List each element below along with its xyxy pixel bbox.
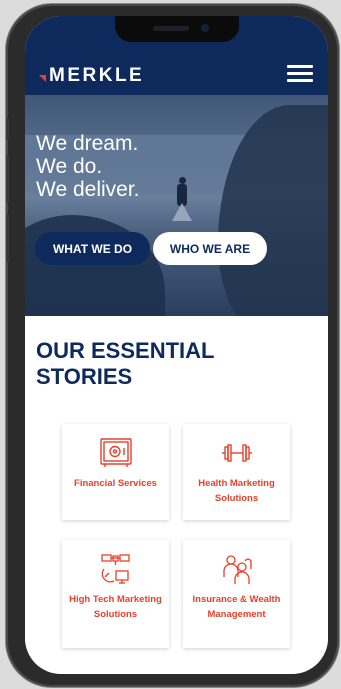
dumbbell-icon: [220, 436, 254, 470]
phone-side-button: [6, 214, 9, 262]
hamburger-menu-icon[interactable]: [287, 65, 313, 83]
hero-overlay: [25, 95, 328, 316]
phone-side-button: [6, 155, 9, 203]
story-card-label: High Tech Marketing Solutions: [69, 594, 162, 620]
what-we-do-button[interactable]: WHAT WE DO: [35, 232, 150, 265]
logo-text: MERKLE: [49, 65, 145, 86]
satellite-icon: [99, 552, 133, 586]
phone-screen: MERKLE We dream. We do. We deliver. WHAT…: [25, 16, 328, 674]
hero-line: We deliver.: [36, 178, 140, 201]
safe-icon: [99, 436, 133, 470]
section-title: OUR ESSENTIAL STORIES: [36, 338, 215, 389]
stories-section: OUR ESSENTIAL STORIES Financial Services: [25, 316, 328, 674]
logo-mark-icon: [39, 74, 46, 82]
front-camera: [201, 24, 209, 32]
story-card-financial[interactable]: Financial Services: [62, 424, 169, 520]
merkle-logo[interactable]: MERKLE: [39, 65, 144, 87]
speaker-grille: [153, 26, 189, 31]
who-we-are-button[interactable]: WHO WE ARE: [153, 232, 267, 265]
story-card-hightech[interactable]: High Tech Marketing Solutions: [62, 540, 169, 648]
hero-banner: We dream. We do. We deliver. WHAT WE DO …: [25, 95, 328, 316]
hero-headline: We dream. We do. We deliver.: [36, 132, 140, 201]
phone-side-button: [6, 118, 9, 140]
story-card-label: Insurance & Wealth Management: [192, 594, 281, 620]
family-icon: [220, 552, 254, 586]
story-card-label: Financial Services: [74, 478, 157, 489]
story-card-health[interactable]: Health Marketing Solutions: [183, 424, 290, 520]
phone-notch: [115, 16, 239, 42]
hero-line: We dream.: [36, 132, 139, 155]
story-card-label: Health Marketing Solutions: [198, 478, 275, 504]
story-card-insurance[interactable]: Insurance & Wealth Management: [183, 540, 290, 648]
hero-line: We do.: [36, 155, 103, 178]
